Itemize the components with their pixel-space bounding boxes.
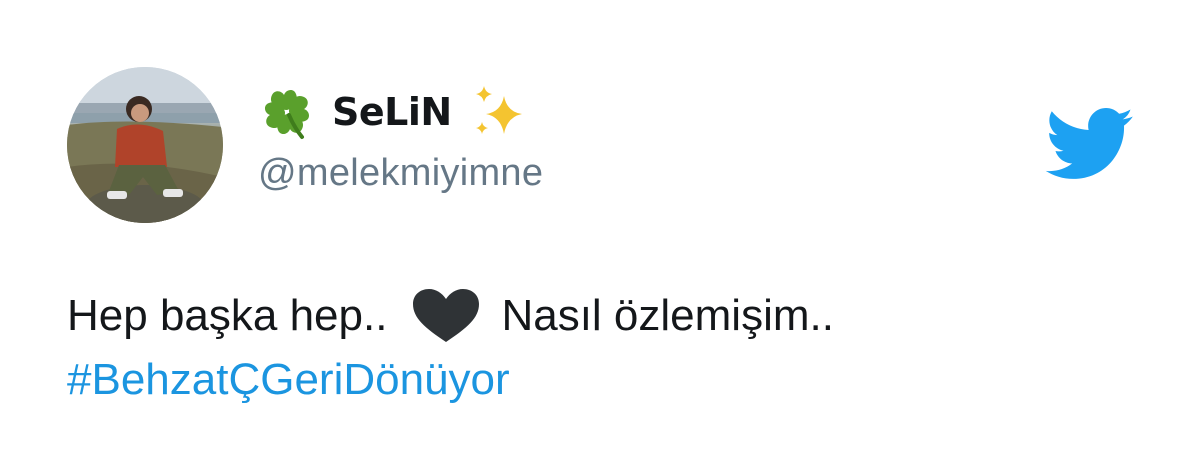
tweet-card: SeLiN @melekmiyimne Hep başka hep.. Nası… [0, 0, 1200, 458]
four-leaf-clover-icon [265, 89, 309, 139]
display-name[interactable]: SeLiN [332, 90, 452, 134]
twitter-bird-icon[interactable] [1045, 108, 1135, 182]
tweet-text-line-1: Hep başka hep.. Nasıl özlemişim.. [67, 284, 834, 348]
sparkles-icon [475, 86, 522, 134]
user-info: SeLiN @melekmiyimne [258, 82, 543, 195]
avatar[interactable] [67, 67, 223, 223]
tweet-text-part-2: Nasıl özlemişim.. [501, 291, 834, 340]
handle[interactable]: @melekmiyimne [258, 152, 543, 195]
tweet-text: Hep başka hep.. Nasıl özlemişim.. #Behza… [67, 284, 834, 412]
tweet-text-part-1: Hep başka hep.. [67, 291, 388, 340]
name-row: SeLiN [258, 82, 543, 142]
hashtag-link[interactable]: #BehzatÇGeriDönüyor [67, 348, 510, 412]
tweet-text-line-2: #BehzatÇGeriDönüyor [67, 348, 834, 412]
black-heart-icon [413, 289, 480, 342]
